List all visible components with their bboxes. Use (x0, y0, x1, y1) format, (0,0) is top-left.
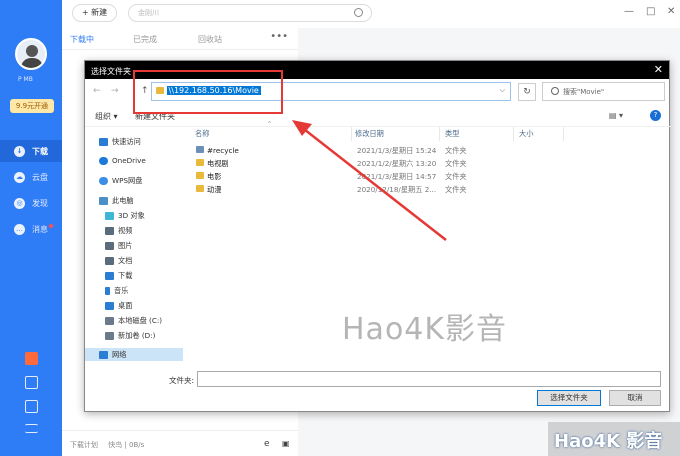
select-folder-button[interactable]: 选择文件夹 (537, 390, 601, 406)
corner-logo: Hao4K 影音 (548, 422, 680, 456)
folder-name-label: 文件夹: (169, 376, 195, 385)
folder-icon (196, 159, 204, 166)
folder-icon (196, 172, 204, 179)
nav-item-3d-objects[interactable]: 3D 对象 (105, 209, 145, 222)
watermark-text: Hao4K影音 (342, 312, 508, 347)
unread-dot (49, 224, 53, 228)
download-icon (105, 271, 114, 280)
music-icon (105, 286, 110, 295)
vip-button[interactable]: 9.9元开通 (10, 99, 54, 113)
message-icon: … (14, 223, 25, 235)
tab-downloading[interactable]: 下载中 (70, 34, 94, 45)
onedrive-icon (99, 156, 108, 165)
search-icon[interactable] (354, 8, 363, 17)
search-icon (551, 87, 559, 95)
view-options-icon[interactable]: ▤ ▾ (609, 111, 623, 120)
organize-button[interactable]: 组织 ▾ (95, 111, 118, 122)
dialog-search-input[interactable]: 搜索"Movie" (542, 82, 665, 101)
user-name: P MB (18, 76, 33, 83)
search-input[interactable]: 金刚川 (128, 4, 372, 22)
close-button[interactable]: ✕ (667, 6, 675, 17)
nav-item-downloads[interactable]: 下载 (105, 269, 132, 282)
column-divider[interactable] (563, 127, 564, 141)
dialog-close-button[interactable]: ✕ (654, 63, 663, 76)
cancel-button[interactable]: 取消 (609, 390, 661, 406)
speed-status: 快鸟 | 0B/s (108, 441, 145, 449)
drive-icon (105, 331, 114, 340)
column-header-type[interactable]: 类型 (445, 129, 459, 139)
forward-arrow-icon[interactable]: → (111, 86, 119, 96)
video-icon (105, 226, 114, 235)
column-divider[interactable] (513, 127, 514, 141)
download-plan-link[interactable]: 下载计划 (70, 441, 98, 449)
nav-item-videos[interactable]: 视频 (105, 224, 132, 237)
nav-item-onedrive[interactable]: OneDrive (99, 154, 146, 167)
nav-item-documents[interactable]: 文档 (105, 254, 132, 267)
computer-icon (99, 196, 108, 205)
chevron-down-icon[interactable]: ⌵ (500, 86, 505, 95)
refresh-button[interactable]: ↻ (518, 83, 536, 101)
network-icon (99, 350, 108, 359)
back-arrow-icon[interactable]: ← (93, 86, 101, 96)
document-icon (105, 256, 114, 265)
help-icon[interactable]: ? (650, 110, 661, 121)
tab-recycle[interactable]: 回收站 (198, 34, 222, 45)
wps-icon (99, 176, 108, 185)
cloud-icon: ☁ (14, 171, 25, 183)
nav-item-quick-access[interactable]: 快速访问 (99, 135, 141, 148)
new-task-button[interactable]: + 新建 (72, 4, 117, 22)
more-icon[interactable]: ••• (270, 31, 288, 42)
file-row[interactable]: 电视剧 2021/1/2/星期六 13:20 文件夹 (183, 158, 667, 171)
top-bar: + 新建 金刚川 — □ ✕ (62, 0, 680, 28)
column-header-name[interactable]: 名称 (195, 129, 209, 139)
highlight-box (133, 70, 283, 114)
drive-icon (105, 316, 114, 325)
star-icon (99, 137, 108, 146)
download-tabs: 下载中 已完成 回收站 ••• (62, 28, 298, 50)
nav-item-music[interactable]: 音乐 (105, 284, 128, 297)
column-divider[interactable] (351, 127, 352, 141)
recycle-folder-icon (196, 146, 204, 153)
minimize-button[interactable]: — (624, 6, 634, 17)
store-icon[interactable] (25, 376, 38, 389)
file-row[interactable]: 电影 2021/1/3/星期日 14:57 文件夹 (183, 171, 667, 184)
column-divider[interactable] (439, 127, 440, 141)
sidebar-item-download[interactable]: ↓ 下载 (0, 140, 62, 162)
mobile-icon[interactable] (25, 400, 38, 413)
file-row[interactable]: 动漫 2020/12/18/星期五 2... 文件夹 (183, 184, 667, 197)
bottom-bar: 下载计划 快鸟 | 0B/s e ▣ (62, 430, 298, 456)
tab-completed[interactable]: 已完成 (133, 34, 157, 45)
sidebar-item-cloud[interactable]: ☁ 云盘 (0, 166, 62, 188)
file-row[interactable]: #recycle 2021/1/3/星期日 15:24 文件夹 (183, 145, 667, 158)
column-header-date[interactable]: 修改日期 (355, 129, 384, 139)
sidebar-item-discover[interactable]: ◎ 发现 (0, 192, 62, 214)
nav-item-this-pc[interactable]: 此电脑 (99, 194, 134, 207)
user-avatar[interactable] (15, 38, 47, 70)
download-icon: ↓ (14, 145, 25, 157)
ie-icon[interactable]: e (264, 439, 270, 449)
nav-item-wps[interactable]: WPS网盘 (99, 174, 142, 187)
dialog-nav-pane: 快速访问 OneDrive WPS网盘 此电脑 3D 对象 视频 图片 文档 下… (85, 127, 183, 365)
maximize-button[interactable]: □ (646, 6, 655, 17)
sort-up-icon: ^ (267, 121, 273, 128)
picture-icon (105, 241, 114, 250)
folder-name-input[interactable] (197, 371, 661, 387)
nav-item-network[interactable]: 网络 (85, 348, 183, 361)
left-sidebar: P MB 9.9元开通 ↓ 下载 ☁ 云盘 ◎ 发现 … 消息 (0, 0, 62, 456)
folder-icon (196, 185, 204, 192)
sidebar-item-message[interactable]: … 消息 (0, 218, 62, 240)
cube-icon (105, 211, 114, 220)
lock-icon[interactable]: ▣ (282, 439, 290, 448)
nav-item-desktop[interactable]: 桌面 (105, 299, 132, 312)
desktop-icon (105, 301, 114, 310)
menu-icon[interactable] (25, 424, 38, 433)
nav-item-drive-c[interactable]: 本地磁盘 (C:) (105, 314, 162, 327)
nav-item-pictures[interactable]: 图片 (105, 239, 132, 252)
gift-icon[interactable] (25, 352, 38, 365)
column-header-size[interactable]: 大小 (519, 129, 533, 139)
compass-icon: ◎ (14, 197, 25, 209)
nav-item-drive-d[interactable]: 新加卷 (D:) (105, 329, 155, 342)
folder-name-row: 文件夹: (85, 371, 671, 391)
